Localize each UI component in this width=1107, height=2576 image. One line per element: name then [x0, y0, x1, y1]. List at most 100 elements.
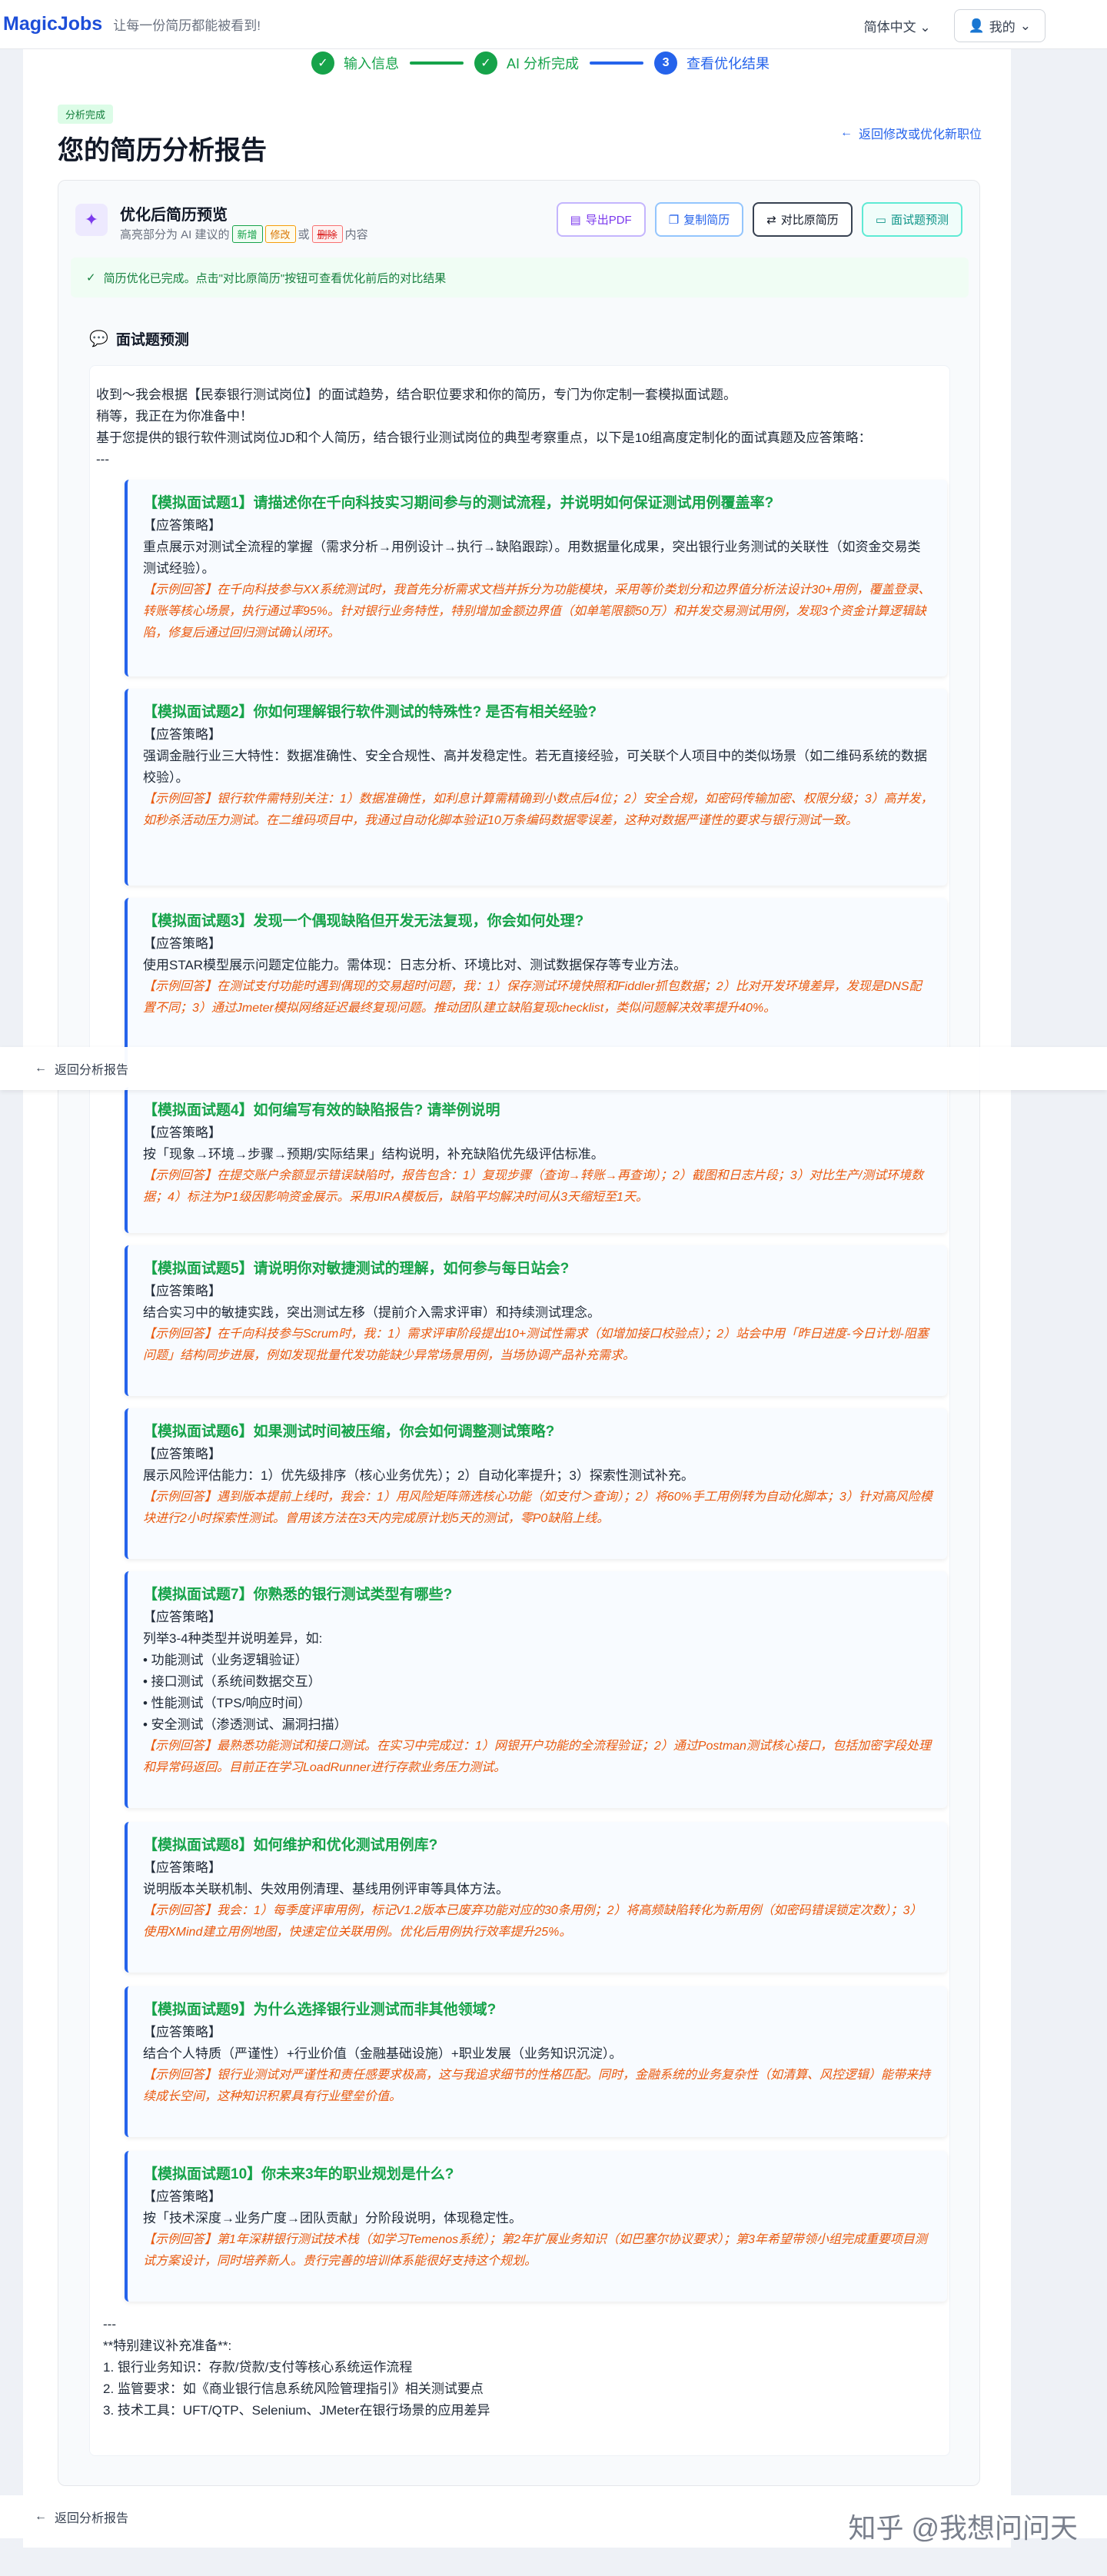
question-title: 【模拟面试题9】为什么选择银行业测试而非其他领域? [143, 2002, 497, 2018]
strategy-label: 【应答策略】 [143, 1125, 221, 1140]
legend-suffix: 内容 [344, 228, 368, 241]
arrow-left-icon: ← [35, 2510, 47, 2523]
example-answer: 【示例回答】第1年深耕银行测试技术栈（如学习Temenos系统）；第2年扩展业务… [143, 2233, 927, 2268]
user-menu-button[interactable]: 👤 我的 ⌄ [953, 9, 1046, 42]
interview-section-title: 💬 面试题预测 [89, 328, 189, 349]
status-badge: 分析完成 [58, 105, 114, 124]
strategy-label: 【应答策略】 [143, 2025, 221, 2039]
example-answer: 【示例回答】在提交账户余额显示错误缺陷时，报告包含：1）复现步骤（查询→转账→再… [143, 1169, 924, 1204]
outro-line: **特别建议补充准备**: [103, 2338, 232, 2353]
logo[interactable]: MagicJobs [0, 13, 102, 35]
watermark: 知乎 @我想问问天 [848, 2512, 1078, 2544]
interview-prediction-button[interactable]: ▭ 面试题预测 [861, 202, 962, 237]
strategy-label: 【应答策略】 [143, 1447, 221, 1461]
strategy-text: 说明版本关联机制、失效用例清理、基线用例评审等具体方法。 [143, 1882, 509, 1896]
outro-line: 2. 监管要求：如《商业银行信息系统风险管理指引》相关测试要点 [103, 2382, 484, 2396]
back-to-edit-link[interactable]: ← 返回修改或优化新职位 [840, 124, 982, 142]
question-card-6: 【模拟面试题6】如果测试时间被压缩，你会如何调整测试策略? 【应答策略】 展示风… [125, 1408, 947, 1559]
export-pdf-button[interactable]: ▤ 导出PDF [556, 202, 646, 237]
progress-steps: ✓ 输入信息 ✓ AI 分析完成 3 查看优化结果 [311, 49, 770, 77]
page-title: 您的简历分析报告 [58, 136, 267, 165]
intro-line: 收到～我会根据【民泰银行测试岗位】的面试趋势，结合职位要求和你的简历，专门为你定… [96, 387, 736, 402]
strategy-text: 按「技术深度→业务广度→团队贡献」分阶段说明，体现稳定性。 [143, 2211, 522, 2225]
strategy-line: • 安全测试（渗透测试、漏洞扫描） [143, 1717, 347, 1732]
question-card-5: 【模拟面试题5】请说明你对敏捷测试的理解，如何参与每日站会? 【应答策略】 结合… [125, 1245, 947, 1396]
question-title: 【模拟面试题8】如何维护和优化测试用例库? [143, 1837, 438, 1853]
question-card-9: 【模拟面试题9】为什么选择银行业测试而非其他领域? 【应答策略】 结合个人特质（… [125, 1986, 947, 2137]
intro-line: --- [96, 452, 109, 467]
legend-separator: 或 [298, 228, 310, 241]
user-icon: 👤 [968, 18, 985, 33]
chevron-down-icon: ⌄ [1019, 18, 1031, 33]
preview-header: ✦ 优化后简历预览 高亮部分为 AI 建议的 新增 修改 或 删除 内容 ▤ 导… [58, 181, 979, 258]
back-link-label: 返回修改或优化新职位 [858, 128, 982, 141]
strategy-label: 【应答策略】 [143, 2189, 221, 2204]
strategy-label: 【应答策略】 [143, 1860, 221, 1875]
example-answer: 【示例回答】我会：1）每季度评审用例，标记V1.2版本已废弃功能对应的30条用例… [143, 1904, 922, 1939]
preview-title: 优化后简历预览 [120, 207, 228, 224]
top-right-controls: 简体中文 ⌄ 👤 我的 ⌄ [856, 9, 1046, 42]
example-answer: 【示例回答】最熟悉功能测试和接口测试。在实习中完成过：1）网银开户功能的全流程验… [143, 1740, 931, 1774]
export-pdf-label: 导出PDF [585, 214, 632, 227]
example-answer: 【示例回答】在测试支付功能时遇到偶现的交易超时问题，我：1）保存测试环境快照和F… [143, 980, 922, 1015]
arrow-left-icon: ← [35, 1062, 47, 1075]
question-card-1: 【模拟面试题1】请描述你在千向科技实习期间参与的测试流程，并说明如何保证测试用例… [125, 480, 947, 676]
compare-original-button[interactable]: ⇄ 对比原简历 [753, 202, 853, 237]
outro-line: --- [103, 2317, 116, 2332]
example-answer: 【示例回答】在千向科技参与Scrum时，我：1）需求评审阶段提出10+测试性需求… [143, 1328, 929, 1362]
example-answer: 【示例回答】遇到版本提前上线时，我会：1）用风险矩阵筛选核心功能（如支付＞查询）… [143, 1491, 932, 1525]
back-to-report-bar[interactable]: ← 返回分析报告 [0, 1047, 1107, 1090]
language-label: 简体中文 [863, 20, 916, 35]
strategy-label: 【应答策略】 [143, 936, 221, 951]
example-answer: 【示例回答】银行软件需特别关注：1）数据准确性，如利息计算需精确到小数点后4位；… [143, 793, 933, 827]
magic-wand-icon: ✦ [75, 204, 108, 236]
user-label: 我的 [989, 20, 1016, 35]
strategy-line: 列举3-4种类型并说明差异，如: [143, 1631, 323, 1646]
step-3-label: 查看优化结果 [686, 56, 770, 71]
check-icon: ✓ [311, 52, 334, 75]
question-card-2: 【模拟面试题2】你如何理解银行软件测试的特殊性? 是否有相关经验? 【应答策略】… [125, 689, 947, 886]
strategy-label: 【应答策略】 [143, 1284, 221, 1298]
question-title: 【模拟面试题6】如果测试时间被压缩，你会如何调整测试策略? [143, 1424, 555, 1440]
question-card-4: 【模拟面试题4】如何编写有效的缺陷报告? 请举例说明 【应答策略】 按「现象→环… [125, 1087, 947, 1233]
step-connector [590, 61, 644, 65]
step-1-label: 输入信息 [344, 56, 399, 71]
outro-line: 3. 技术工具：UFT/QTP、Selenium、JMeter在银行场景的应用差… [103, 2403, 490, 2418]
back-to-report-label: 返回分析报告 [55, 1064, 129, 1077]
question-title: 【模拟面试题7】你熟悉的银行测试类型有哪些? [143, 1587, 453, 1603]
outro-line: 1. 银行业务知识：存款/贷款/支付等核心系统运作流程 [103, 2360, 413, 2375]
question-card-7: 【模拟面试题7】你熟悉的银行测试类型有哪些? 【应答策略】 列举3-4种类型并说… [125, 1571, 947, 1808]
intro-line: 稍等，我正在为你准备中！ [96, 409, 253, 424]
strategy-line: • 接口测试（系统间数据交互） [143, 1674, 321, 1689]
slogan: 让每一份简历都能被看到! [113, 18, 261, 33]
question-title: 【模拟面试题5】请说明你对敏捷测试的理解，如何参与每日站会? [143, 1261, 570, 1277]
strategy-text: 强调金融行业三大特性：数据准确性、安全合规性、高并发稳定性。若无直接经验，可关联… [143, 749, 927, 785]
strategy-label: 【应答策略】 [143, 727, 221, 742]
copy-resume-button[interactable]: ❐ 复制简历 [654, 202, 744, 237]
example-answer: 【示例回答】银行业测试对严谨性和责任感要求极高，这与我追求细节的性格匹配。同时，… [143, 2069, 931, 2103]
strategy-text: 展示风险评估能力：1）优先级排序（核心业务优先）；2）自动化率提升；3）探索性测… [143, 1468, 694, 1483]
chevron-down-icon: ⌄ [919, 20, 931, 35]
interview-outro: --- **特别建议补充准备**: 1. 银行业务知识：存款/贷款/支付等核心系… [103, 2314, 956, 2421]
file-pdf-icon: ▤ [570, 213, 581, 227]
question-card-10: 【模拟面试题10】你未来3年的职业规划是什么? 【应答策略】 按「技术深度→业务… [125, 2151, 947, 2302]
legend-prefix: 高亮部分为 AI 建议的 [120, 228, 230, 241]
example-answer: 【示例回答】在千向科技参与XX系统测试时，我首先分析需求文档并拆分为功能模块，采… [143, 583, 931, 640]
arrow-left-icon: ← [839, 126, 853, 139]
step-2-label: AI 分析完成 [507, 56, 580, 71]
language-select[interactable]: 简体中文 ⌄ [856, 10, 939, 42]
monitor-icon: ▭ [875, 213, 886, 227]
strategy-line: • 性能测试（TPS/响应时间） [143, 1696, 311, 1710]
tag-deleted: 删除 [311, 225, 343, 243]
compare-label: 对比原简历 [780, 214, 839, 227]
tag-new: 新增 [231, 225, 263, 243]
tag-modified: 修改 [264, 225, 296, 243]
strategy-text: 按「现象→环境→步骤→预期/实际结果」结构说明，补充缺陷优先级评估标准。 [143, 1147, 604, 1162]
copy-icon: ❐ [668, 213, 680, 227]
question-title: 【模拟面试题2】你如何理解银行软件测试的特殊性? 是否有相关经验? [143, 704, 597, 720]
check-icon: ✓ [86, 271, 96, 284]
question-card-3: 【模拟面试题3】发现一个偶现缺陷但开发无法复现，你会如何处理? 【应答策略】 使… [125, 898, 947, 1067]
question-title: 【模拟面试题4】如何编写有效的缺陷报告? 请举例说明 [143, 1102, 500, 1118]
question-card-8: 【模拟面试题8】如何维护和优化测试用例库? 【应答策略】 说明版本关联机制、失效… [125, 1822, 947, 1973]
question-title: 【模拟面试题1】请描述你在千向科技实习期间参与的测试流程，并说明如何保证测试用例… [143, 495, 774, 511]
